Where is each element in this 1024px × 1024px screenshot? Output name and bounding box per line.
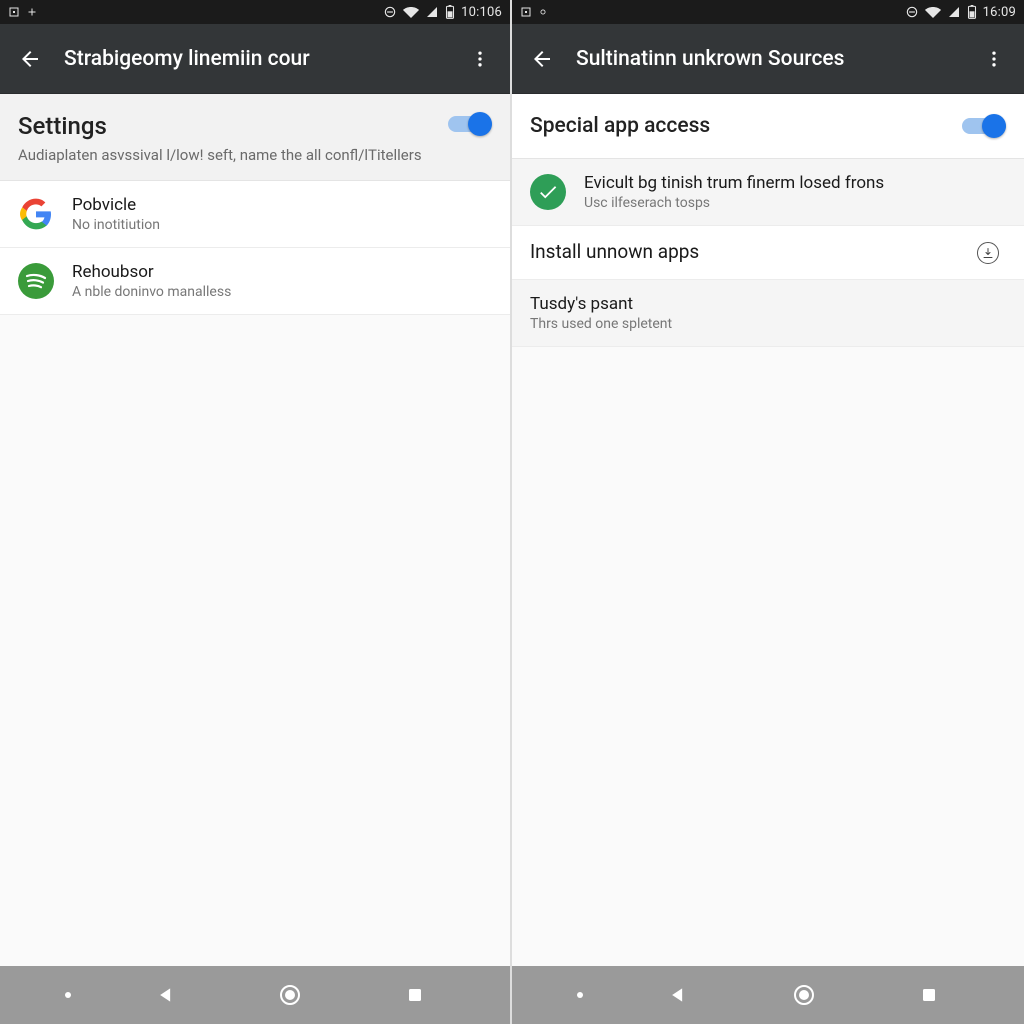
list-item-sub: Usc ilfeserach tosps <box>584 195 1006 211</box>
settings-master-toggle[interactable] <box>448 112 492 136</box>
special-access-toggle[interactable] <box>962 114 1006 138</box>
back-button[interactable] <box>16 45 44 73</box>
nav-recents-button[interactable] <box>899 975 959 1015</box>
list-item-title: Evicult bg tinish trum finerm losed fron… <box>584 173 1006 193</box>
nav-dot-icon <box>65 992 71 998</box>
tusdy-row[interactable]: Tusdy's psant Thrs used one spletent <box>512 280 1024 347</box>
nav-back-button[interactable] <box>136 975 196 1015</box>
list-item-title: Rehoubsor <box>72 262 492 282</box>
cellular-icon <box>947 6 961 18</box>
settings-subtitle: Audiaplaten asvssival l/low! seft, name … <box>18 146 436 166</box>
section-title: Special app access <box>530 114 950 138</box>
google-icon <box>18 196 54 232</box>
content-area: Settings Audiaplaten asvssival l/low! se… <box>0 94 510 966</box>
app-bar: Sultinatinn unkrown Sources <box>512 24 1024 94</box>
status-time: 16:09 <box>983 5 1016 20</box>
square-recents-icon <box>406 986 424 1004</box>
list-item-sub: Thrs used one spletent <box>530 316 1006 332</box>
list-item-sub: A nble doninvo manalless <box>72 284 492 300</box>
plus-icon <box>26 6 38 18</box>
appbar-title: Strabigeomy linemiin cour <box>64 47 446 71</box>
settings-title: Settings <box>18 112 436 140</box>
square-recents-icon <box>920 986 938 1004</box>
nav-recents-button[interactable] <box>385 975 445 1015</box>
list-item-title: Pobvicle <box>72 195 492 215</box>
more-vert-icon <box>470 49 490 69</box>
do-not-disturb-icon <box>383 5 397 19</box>
content-area: Special app access Evicult bg tinish tru… <box>512 94 1024 966</box>
special-access-header[interactable]: Special app access <box>512 94 1024 159</box>
more-vert-icon <box>984 49 1004 69</box>
settings-header[interactable]: Settings Audiaplaten asvssival l/low! se… <box>0 94 510 181</box>
status-time: 10:106 <box>461 5 502 20</box>
nav-back-button[interactable] <box>648 975 708 1015</box>
wifi-icon <box>403 6 419 18</box>
overflow-button[interactable] <box>980 45 1008 73</box>
phone-left: 10:106 Strabigeomy linemiin cour Setting… <box>0 0 512 1024</box>
back-button[interactable] <box>528 45 556 73</box>
navigation-bar <box>512 966 1024 1024</box>
app-bar: Strabigeomy linemiin cour <box>0 24 510 94</box>
status-bar: 10:106 <box>0 0 510 24</box>
app-item-spotify[interactable]: Rehoubsor A nble doninvo manalless <box>0 248 510 315</box>
nav-home-button[interactable] <box>774 975 834 1015</box>
install-unknown-apps-row[interactable]: Install unnown apps <box>512 226 1024 280</box>
battery-icon <box>967 5 977 19</box>
app-item-google[interactable]: Pobvicle No inotitiution <box>0 181 510 248</box>
wifi-icon <box>925 6 941 18</box>
cellular-icon <box>425 6 439 18</box>
list-item-title: Tusdy's psant <box>530 294 1006 314</box>
circle-home-icon <box>278 983 302 1007</box>
overflow-button[interactable] <box>466 45 494 73</box>
circle-home-icon <box>792 983 816 1007</box>
appbar-title: Sultinatinn unkrown Sources <box>576 47 960 71</box>
phone-right: 16:09 Sultinatinn unkrown Sources Specia… <box>512 0 1024 1024</box>
download-info-icon <box>977 242 999 264</box>
check-circle-icon <box>530 174 566 210</box>
status-bar: 16:09 <box>512 0 1024 24</box>
arrow-left-icon <box>530 47 554 71</box>
trusted-source-row[interactable]: Evicult bg tinish trum finerm losed fron… <box>512 159 1024 226</box>
triangle-back-icon <box>156 985 176 1005</box>
app-indicator-icon <box>520 6 532 18</box>
list-item-sub: No inotitiution <box>72 217 492 233</box>
nav-dot-icon <box>577 992 583 998</box>
battery-icon <box>445 5 455 19</box>
do-not-disturb-icon <box>905 5 919 19</box>
navigation-bar <box>0 966 510 1024</box>
spotify-icon <box>18 263 54 299</box>
nav-home-button[interactable] <box>260 975 320 1015</box>
arrow-left-icon <box>18 47 42 71</box>
list-item-title: Install unnown apps <box>530 240 952 263</box>
app-indicator-icon <box>8 6 20 18</box>
triangle-back-icon <box>668 985 688 1005</box>
small-circle-icon <box>538 7 548 17</box>
